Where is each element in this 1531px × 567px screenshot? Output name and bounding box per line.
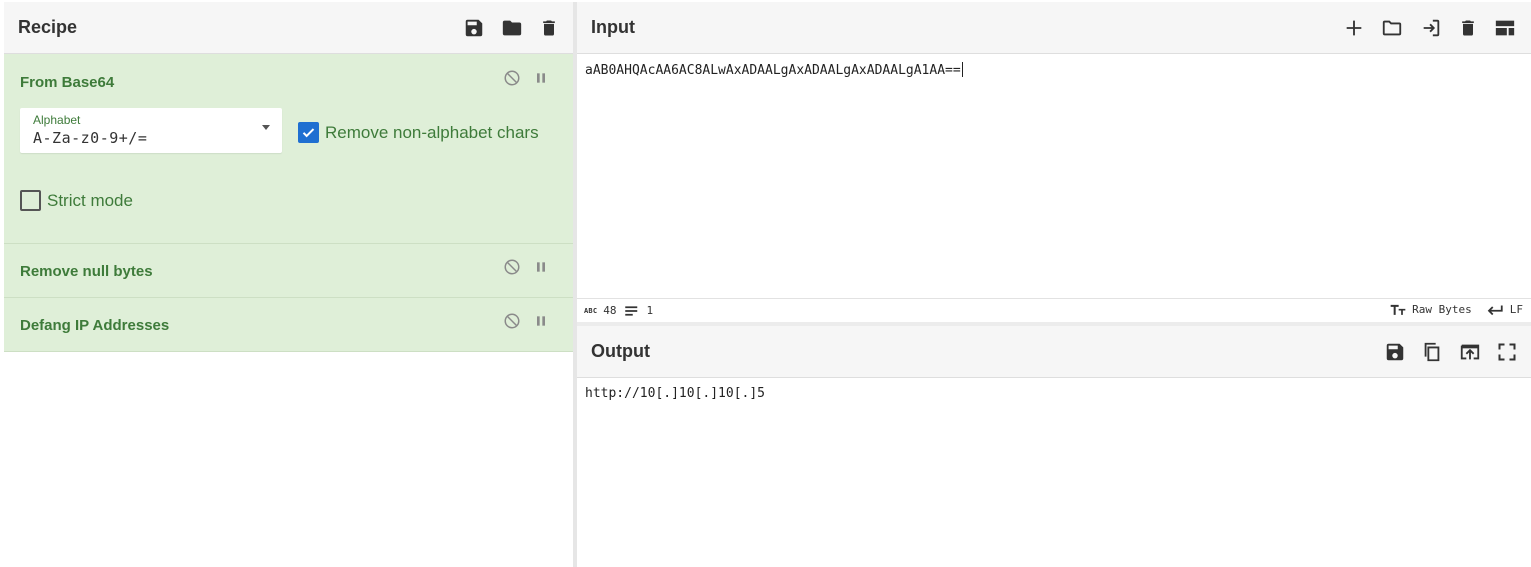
input-stats: ABC 48 1	[584, 304, 653, 317]
operation-controls	[503, 69, 549, 92]
recipe-header: Recipe	[4, 2, 573, 54]
output-textarea[interactable]: http://10[.]10[.]10[.]5	[585, 386, 765, 401]
input-textarea[interactable]: aAB0AHQAcAA6AC8ALwAxADAALgAxADAALgAxADAA…	[585, 62, 963, 78]
recipe-toolbar	[463, 17, 559, 39]
recipe-title: Recipe	[18, 17, 78, 37]
checkmark-icon	[302, 128, 315, 138]
output-value: http://10[.]10[.]10[.]5	[585, 386, 766, 401]
char-count-icon: ABC	[584, 306, 598, 315]
plus-icon[interactable]	[1343, 17, 1365, 39]
char-count: 48	[603, 304, 617, 317]
strict-mode-option[interactable]: Strict mode	[20, 190, 133, 211]
import-icon[interactable]	[1419, 17, 1443, 39]
input-header: Input	[577, 2, 1531, 54]
save-icon[interactable]	[1384, 341, 1406, 363]
text-cursor	[961, 62, 963, 77]
operation-title: Defang IP Addresses	[20, 317, 170, 334]
cyberchef-app: Recipe From Base64 Alphabet A-Za-z0-9+/=…	[0, 0, 1531, 567]
input-toolbar	[1343, 17, 1517, 39]
output-header: Output	[577, 326, 1531, 378]
operation-controls	[503, 312, 549, 335]
input-encoding: Raw Bytes LF	[1390, 303, 1523, 316]
alphabet-label: Alphabet	[33, 113, 81, 127]
recipe-panel: Recipe From Base64 Alphabet A-Za-z0-9+/=…	[4, 2, 573, 567]
copy-icon[interactable]	[1421, 341, 1443, 363]
pause-icon[interactable]	[533, 69, 549, 92]
disable-icon[interactable]	[503, 69, 521, 92]
trash-icon[interactable]	[539, 17, 559, 39]
chevron-down-icon[interactable]	[262, 125, 270, 130]
fullscreen-icon[interactable]	[1497, 342, 1517, 362]
layout-icon[interactable]	[1493, 17, 1517, 39]
operation-title: From Base64	[20, 74, 115, 91]
input-value: aAB0AHQAcAA6AC8ALwAxADAALgAxADAALgAxADAA…	[585, 63, 961, 78]
save-icon[interactable]	[463, 17, 485, 39]
return-icon[interactable]	[1486, 304, 1504, 316]
remove-non-alphabet-option[interactable]: Remove non-alphabet chars	[298, 122, 539, 143]
alphabet-select[interactable]: Alphabet A-Za-z0-9+/=	[20, 108, 282, 153]
export-icon[interactable]	[1458, 341, 1482, 363]
strict-mode-checkbox[interactable]	[20, 190, 41, 211]
operation-remove-null-bytes[interactable]: Remove null bytes	[4, 244, 573, 298]
input-title: Input	[591, 17, 635, 37]
eol-label[interactable]: LF	[1510, 303, 1523, 316]
output-title: Output	[591, 341, 650, 361]
operation-from-base64[interactable]: From Base64 Alphabet A-Za-z0-9+/= Remove…	[4, 54, 573, 244]
lines-icon	[624, 305, 637, 316]
output-toolbar	[1384, 341, 1517, 363]
output-panel: Output http://10[.]10[.]10[.]5	[577, 326, 1531, 567]
pause-icon[interactable]	[533, 258, 549, 281]
remove-non-alphabet-label: Remove non-alphabet chars	[325, 122, 539, 142]
line-count: 1	[646, 304, 654, 317]
operation-defang-ip[interactable]: Defang IP Addresses	[4, 298, 573, 352]
remove-non-alphabet-checkbox[interactable]	[298, 122, 319, 143]
text-encoding-icon[interactable]	[1390, 303, 1406, 316]
alphabet-value: A-Za-z0-9+/=	[33, 129, 148, 147]
operation-title: Remove null bytes	[20, 263, 153, 280]
disable-icon[interactable]	[503, 312, 521, 335]
folder-icon[interactable]	[1380, 17, 1404, 39]
input-status-bar: ABC 48 1 Raw Bytes LF	[577, 298, 1531, 322]
pause-icon[interactable]	[533, 312, 549, 335]
trash-icon[interactable]	[1458, 17, 1478, 39]
disable-icon[interactable]	[503, 258, 521, 281]
operation-controls	[503, 258, 549, 281]
encoding-label[interactable]: Raw Bytes	[1412, 303, 1472, 316]
input-panel: Input aAB0AHQAcAA6AC8ALwAxADAALgAxADAALg…	[577, 2, 1531, 322]
strict-mode-label: Strict mode	[47, 190, 133, 210]
folder-icon[interactable]	[500, 17, 524, 39]
